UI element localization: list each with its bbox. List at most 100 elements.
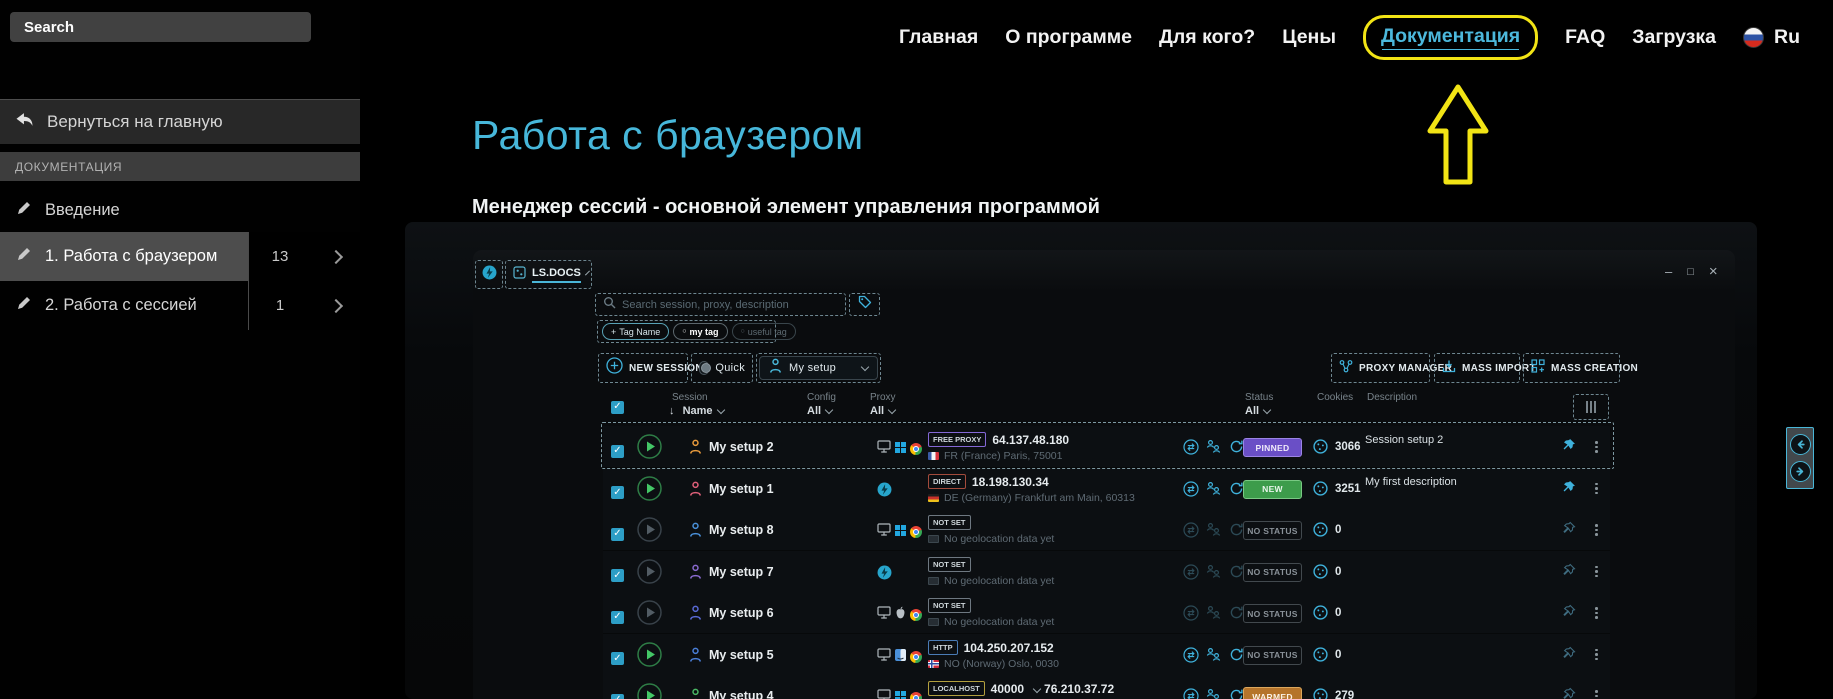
- proxy-settings-icon[interactable]: [1183, 646, 1199, 668]
- new-session-button[interactable]: NEW SESSION: [598, 353, 703, 383]
- refresh-icon[interactable]: [1229, 647, 1244, 667]
- session-row[interactable]: ✓ My setup 5 HTTP 104.250.207.152 NO (Norway…: [603, 633, 1610, 676]
- cookie-icon: [1313, 439, 1328, 459]
- row-menu-button[interactable]: [1595, 481, 1598, 497]
- session-row[interactable]: ✓My setup 4LOCALHOST4000076.210.37.72US …: [603, 675, 1610, 699]
- quick-toggle[interactable]: Quick: [691, 353, 753, 383]
- row-checkbox[interactable]: ✓: [611, 565, 624, 583]
- play-button[interactable]: [637, 600, 662, 630]
- docs-tab[interactable]: LS.DOCS: [505, 260, 592, 289]
- geo-line: FR (France) Paris, 75001: [928, 450, 1062, 462]
- row-menu-button[interactable]: [1595, 605, 1598, 621]
- minimize-button[interactable]: –: [1665, 264, 1672, 280]
- close-button[interactable]: ×: [1709, 264, 1718, 280]
- sidebar-item[interactable]: 2. Работа с сессией 1: [0, 281, 360, 330]
- play-button[interactable]: [637, 641, 662, 672]
- pin-icon[interactable]: [1561, 563, 1576, 583]
- filter-config[interactable]: All: [807, 405, 834, 417]
- session-search-box[interactable]: Search session, proxy, description: [595, 293, 846, 316]
- fingerprint-swap-icon[interactable]: [1206, 605, 1221, 626]
- language-switcher[interactable]: Ru: [1743, 26, 1800, 49]
- row-menu-button[interactable]: [1595, 647, 1598, 663]
- row-checkbox[interactable]: ✓: [611, 648, 624, 666]
- session-row[interactable]: ✓ My setup 1 DIRECT 18.198.130.34 DE (German…: [603, 467, 1610, 510]
- proxy-settings-icon[interactable]: [1183, 563, 1199, 585]
- nav-item-link[interactable]: Загрузка: [1632, 26, 1716, 49]
- session-row[interactable]: ✓ My setup 6 NOT SET No geolocation data ye…: [603, 592, 1610, 634]
- mass-creation-button[interactable]: MASS CREATION: [1523, 353, 1638, 383]
- session-row[interactable]: ✓ My setup 2 FREE PROXY 64.137.48.180 FR (Fr…: [603, 426, 1610, 468]
- fingerprint-swap-icon[interactable]: [1206, 647, 1221, 668]
- config-icons: [877, 523, 922, 541]
- sidebar-item[interactable]: 1. Работа с браузером 13: [0, 232, 360, 281]
- refresh-icon[interactable]: [1229, 481, 1244, 501]
- proxy-manager-button[interactable]: PROXY MANAGER: [1331, 353, 1452, 383]
- app-logo-button[interactable]: [475, 260, 503, 289]
- fingerprint-swap-icon[interactable]: [1206, 564, 1221, 585]
- nav-item-link[interactable]: Цены: [1282, 26, 1336, 49]
- row-checkbox[interactable]: ✓: [611, 440, 624, 458]
- proxy-settings-icon[interactable]: [1183, 480, 1199, 502]
- pin-icon[interactable]: [1561, 438, 1576, 458]
- select-all-checkbox[interactable]: ✓: [611, 396, 624, 414]
- refresh-icon[interactable]: [1229, 522, 1244, 542]
- row-checkbox[interactable]: ✓: [611, 482, 624, 500]
- nav-item-link[interactable]: FAQ: [1565, 26, 1605, 49]
- filter-status[interactable]: All: [1245, 405, 1272, 417]
- row-menu-button[interactable]: [1595, 439, 1598, 455]
- tag-filter-button[interactable]: [849, 293, 880, 316]
- columns-settings-button[interactable]: [1573, 394, 1609, 420]
- refresh-icon[interactable]: [1229, 439, 1244, 459]
- nav-item-link[interactable]: О программе: [1005, 26, 1132, 49]
- pin-icon[interactable]: [1561, 646, 1576, 666]
- refresh-icon[interactable]: [1229, 605, 1244, 625]
- fingerprint-swap-icon[interactable]: [1206, 522, 1221, 543]
- proxy-settings-icon[interactable]: [1183, 439, 1199, 460]
- pin-icon[interactable]: [1561, 604, 1576, 624]
- play-button[interactable]: [637, 475, 662, 506]
- row-checkbox[interactable]: ✓: [611, 523, 624, 541]
- pin-icon[interactable]: [1561, 521, 1576, 541]
- proxy-settings-icon[interactable]: [1183, 688, 1199, 699]
- mass-import-button[interactable]: MASS IMPORT: [1434, 353, 1536, 383]
- nav-item-active[interactable]: Документация: [1362, 14, 1539, 60]
- tag-chip[interactable]: ○ my tag: [673, 323, 728, 340]
- row-checkbox[interactable]: ✓: [611, 606, 624, 624]
- fingerprint-swap-icon[interactable]: [1206, 481, 1221, 502]
- nav-item-link[interactable]: Главная: [899, 26, 978, 49]
- row-checkbox[interactable]: ✓: [611, 689, 624, 699]
- sidebar-item[interactable]: Введение: [0, 188, 360, 232]
- filter-proxy[interactable]: All: [870, 405, 897, 417]
- play-button[interactable]: [637, 558, 662, 589]
- play-button[interactable]: [637, 434, 662, 464]
- status-badge: NO STATUS: [1243, 645, 1302, 665]
- prev-page-button[interactable]: [1789, 434, 1811, 455]
- expand-chevron[interactable]: [311, 281, 360, 330]
- maximize-button[interactable]: □: [1687, 264, 1694, 280]
- expand-chevron[interactable]: [311, 232, 360, 281]
- play-button[interactable]: [637, 683, 662, 699]
- row-menu-button[interactable]: [1595, 564, 1598, 580]
- back-to-main-link[interactable]: Вернуться на главную: [0, 99, 360, 144]
- pin-icon[interactable]: [1561, 480, 1576, 500]
- session-row[interactable]: ✓ My setup 7 NOT SET No geolocation data ye…: [603, 550, 1610, 593]
- pin-icon[interactable]: [1561, 687, 1576, 699]
- sort-name[interactable]: ↓ Name: [669, 405, 725, 417]
- proxy-settings-icon[interactable]: [1183, 605, 1199, 626]
- refresh-icon[interactable]: [1229, 688, 1244, 699]
- play-button[interactable]: [637, 517, 662, 547]
- session-row[interactable]: ✓ My setup 8 NOT SET No geolocation data ye…: [603, 509, 1610, 551]
- setup-dropdown[interactable]: My setup: [756, 353, 881, 383]
- fingerprint-swap-icon[interactable]: [1206, 688, 1221, 699]
- fingerprint-swap-icon[interactable]: [1206, 439, 1221, 460]
- next-page-button[interactable]: [1789, 461, 1811, 482]
- row-menu-button[interactable]: [1595, 688, 1598, 699]
- proxy-settings-icon[interactable]: [1183, 522, 1199, 543]
- refresh-icon[interactable]: [1229, 564, 1244, 584]
- tag-chip[interactable]: + Tag Name: [602, 323, 670, 340]
- chrome-icon: [910, 443, 922, 455]
- sidebar-search-input[interactable]: [10, 12, 311, 42]
- nav-item-link[interactable]: Для кого?: [1159, 26, 1255, 49]
- tag-chip[interactable]: ○ useful tag: [731, 323, 796, 340]
- row-menu-button[interactable]: [1595, 522, 1598, 538]
